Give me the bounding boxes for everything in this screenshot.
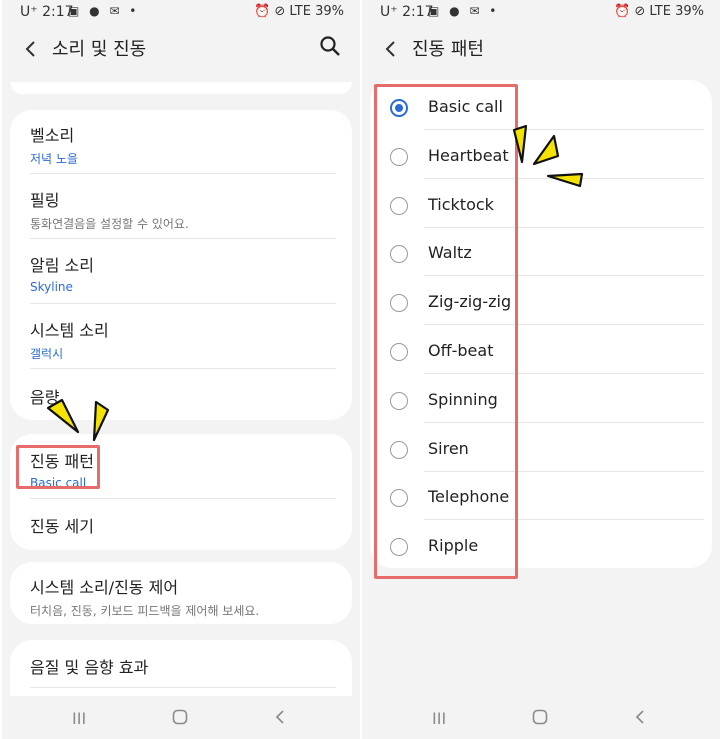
page-title: 소리 및 진동 (52, 39, 147, 60)
vibration-intensity-item[interactable]: 진동 세기 (30, 513, 336, 537)
chevron-left-icon (385, 41, 395, 57)
app-bar: 소리 및 진동 (2, 26, 360, 70)
status-bar: U⁺ 2:17 ▣ ● ✉ • ⏰ ⊘ LTE 39% (362, 0, 720, 26)
status-right-icons: ⏰ ⊘ LTE 39% (614, 4, 704, 19)
battery-level: 39% (315, 4, 344, 19)
notification-sound-item[interactable]: 알림 소리 Skyline (30, 252, 336, 294)
home-icon (532, 709, 548, 725)
navigation-bar: III (2, 701, 360, 739)
navigation-bar: III (362, 701, 720, 739)
search-icon (320, 36, 340, 56)
status-time: U⁺ 2:17 (20, 4, 74, 20)
recent-apps-button[interactable]: III (72, 709, 86, 728)
back-button[interactable] (380, 32, 406, 62)
divider (30, 368, 336, 369)
divider (30, 303, 336, 304)
chevron-left-icon (25, 41, 35, 57)
sound-settings-card: 벨소리 저녁 노을 필링 통화연결음을 설정할 수 있어요. 알림 소리 Sky… (10, 110, 352, 420)
feeling-item[interactable]: 필링 통화연결음을 설정할 수 있어요. (30, 187, 336, 232)
divider (30, 687, 336, 688)
recent-apps-button[interactable]: III (432, 709, 446, 728)
vibration-pattern-screen: U⁺ 2:17 ▣ ● ✉ • ⏰ ⊘ LTE 39% 진동 패턴 Basic … (362, 0, 720, 739)
nav-back-button[interactable] (274, 709, 286, 729)
app-bar: 진동 패턴 (362, 26, 720, 70)
divider (30, 173, 336, 174)
notification-icons: ▣ ● ✉ • (428, 4, 500, 18)
battery-level: 39% (675, 4, 704, 19)
sparkle-marker-icon (46, 398, 110, 442)
previous-card-bottom (10, 82, 352, 94)
system-sound-vibration-control-item[interactable]: 시스템 소리/진동 제어 터치음, 진동, 키보드 피드백을 제어해 보세요. (30, 574, 336, 619)
page-title: 진동 패턴 (412, 39, 484, 60)
status-time: U⁺ 2:17 (380, 4, 434, 20)
back-icon (635, 710, 644, 724)
home-button[interactable] (532, 709, 548, 729)
back-icon (275, 710, 284, 724)
sound-quality-card: 음질 및 음향 효과 (10, 640, 352, 696)
search-button[interactable] (318, 34, 344, 60)
home-button[interactable] (172, 709, 188, 729)
sparkle-marker-icon (512, 124, 584, 188)
status-bar: U⁺ 2:17 ▣ ● ✉ • ⏰ ⊘ LTE 39% (2, 0, 360, 26)
divider (30, 498, 336, 499)
sound-vibration-screen: U⁺ 2:17 ▣ ● ✉ • ⏰ ⊘ LTE 39% 소리 및 진동 벨소리 … (2, 0, 360, 739)
system-sound-item[interactable]: 시스템 소리 갤럭시 (30, 317, 336, 362)
nav-back-button[interactable] (634, 709, 646, 729)
sound-quality-effects-item[interactable]: 음질 및 음향 효과 (30, 654, 336, 678)
highlight-box (374, 84, 518, 579)
highlight-box (16, 445, 100, 489)
system-control-card: 시스템 소리/진동 제어 터치음, 진동, 키보드 피드백을 제어해 보세요. (10, 562, 352, 624)
ringtone-item[interactable]: 벨소리 저녁 노을 (30, 122, 336, 167)
back-button[interactable] (20, 32, 46, 62)
notification-icons: ▣ ● ✉ • (68, 4, 140, 18)
status-right-icons: ⏰ ⊘ LTE 39% (254, 4, 344, 19)
divider (30, 238, 336, 239)
home-icon (172, 709, 188, 725)
